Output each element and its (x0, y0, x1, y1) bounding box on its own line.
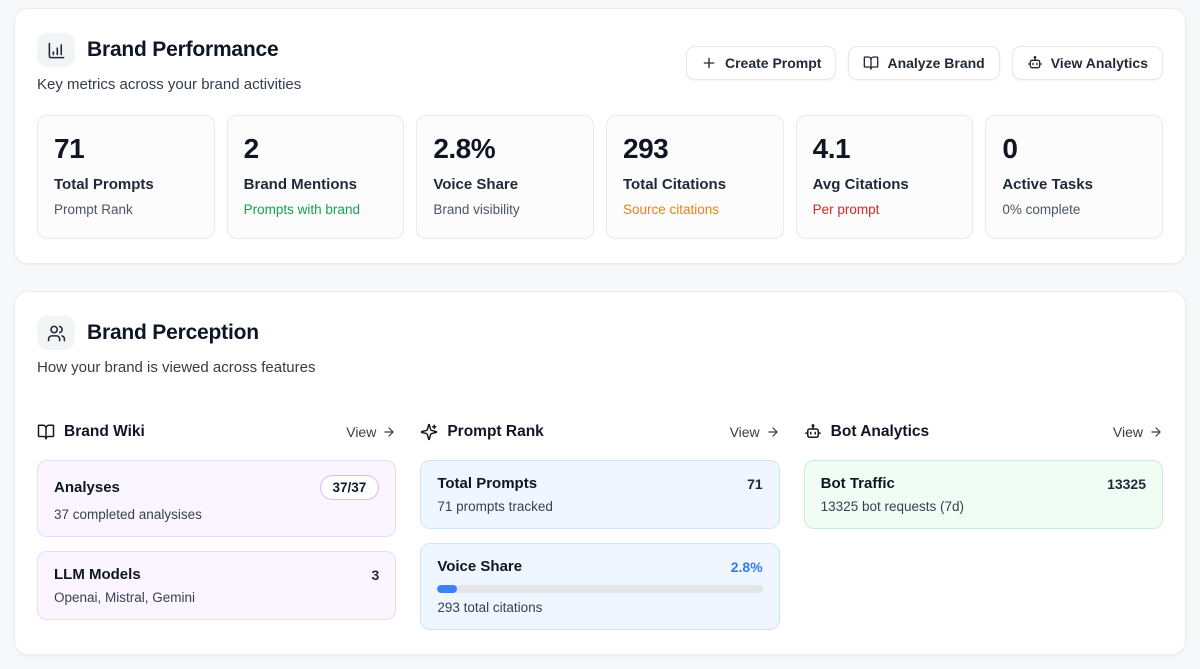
metric-value: 293 (623, 133, 767, 165)
metric-card-active-tasks: 0 Active Tasks 0% complete (985, 115, 1163, 239)
voice-share-progress-fill (437, 585, 457, 593)
metric-card-voice-share: 2.8% Voice Share Brand visibility (416, 115, 594, 239)
total-prompts-card[interactable]: Total Prompts 71 71 prompts tracked (420, 460, 779, 529)
voice-share-card[interactable]: Voice Share 2.8% 293 total citations (420, 543, 779, 630)
metric-label: Active Tasks (1002, 176, 1146, 193)
metric-sub: Brand visibility (433, 202, 577, 217)
book-open-icon (37, 423, 55, 441)
bot-analytics-header: Bot Analytics View (804, 420, 1163, 444)
metric-card-brand-mentions: 2 Brand Mentions Prompts with brand (227, 115, 405, 239)
prompt-rank-header: Prompt Rank View (420, 420, 779, 444)
card-sub: 293 total citations (437, 600, 762, 615)
users-icon (37, 316, 75, 350)
prompt-rank-column: Prompt Rank View Total Prompts 71 (420, 420, 779, 630)
llm-models-card[interactable]: LLM Models 3 Openai, Mistral, Gemini (37, 551, 396, 620)
card-title: Voice Share (437, 558, 522, 575)
card-sub: 37 completed analysises (54, 507, 379, 522)
page-subtitle: Key metrics across your brand activities (37, 76, 301, 93)
card-sub: 71 prompts tracked (437, 499, 762, 514)
column-title: Brand Wiki (64, 423, 145, 441)
brand-wiki-column: Brand Wiki View Analyses 37/37 (37, 420, 396, 630)
brand-wiki-header: Brand Wiki View (37, 420, 396, 444)
brand-performance-section: Brand Performance Key metrics across you… (14, 8, 1186, 264)
metric-value: 2.8% (433, 133, 577, 165)
metric-sub: Source citations (623, 202, 767, 217)
metric-value: 4.1 (813, 133, 957, 165)
bot-traffic-card[interactable]: Bot Traffic 13325 13325 bot requests (7d… (804, 460, 1163, 529)
analyses-card[interactable]: Analyses 37/37 37 completed analysises (37, 460, 396, 537)
bot-analytics-view-link[interactable]: View (1113, 424, 1163, 440)
header-actions: Create Prompt Analyze Brand (686, 46, 1163, 80)
card-title: Analyses (54, 479, 120, 496)
voice-share-progress-track (437, 585, 762, 593)
metric-label: Total Citations (623, 176, 767, 193)
bar-chart-icon (37, 33, 75, 67)
bot-icon (1027, 55, 1043, 71)
page-title: Brand Performance (87, 38, 279, 62)
section-subtitle: How your brand is viewed across features (37, 359, 315, 376)
book-open-icon (863, 55, 879, 71)
brand-perception-section: Brand Perception How your brand is viewe… (14, 291, 1186, 655)
metric-label: Total Prompts (54, 176, 198, 193)
brand-wiki-view-link[interactable]: View (346, 424, 396, 440)
plus-icon (701, 55, 717, 71)
analyze-brand-button[interactable]: Analyze Brand (848, 46, 999, 80)
voice-share-percent: 2.8% (731, 559, 763, 575)
column-title: Prompt Rank (447, 423, 543, 441)
arrow-right-icon (382, 425, 396, 439)
brand-performance-header: Brand Performance Key metrics across you… (37, 33, 1163, 93)
metric-label: Avg Citations (813, 176, 957, 193)
card-sub: 13325 bot requests (7d) (821, 499, 1146, 514)
arrow-right-icon (766, 425, 780, 439)
card-title: Total Prompts (437, 475, 537, 492)
metric-card-total-citations: 293 Total Citations Source citations (606, 115, 784, 239)
card-title: Bot Traffic (821, 475, 895, 492)
card-value: 71 (747, 476, 763, 492)
metric-card-total-prompts: 71 Total Prompts Prompt Rank (37, 115, 215, 239)
view-analytics-button[interactable]: View Analytics (1012, 46, 1163, 80)
section-title: Brand Perception (87, 321, 259, 345)
card-value: 13325 (1107, 476, 1146, 492)
card-title: LLM Models (54, 566, 141, 583)
metric-label: Brand Mentions (244, 176, 388, 193)
brand-perception-header: Brand Perception How your brand is viewe… (37, 316, 1163, 376)
metric-label: Voice Share (433, 176, 577, 193)
metrics-row: 71 Total Prompts Prompt Rank 2 Brand Men… (37, 115, 1163, 239)
bot-analytics-column: Bot Analytics View Bot Traffic 13325 (804, 420, 1163, 630)
sparkles-icon (420, 423, 438, 441)
metric-value: 71 (54, 133, 198, 165)
metric-value: 0 (1002, 133, 1146, 165)
bot-icon (804, 423, 822, 441)
dashboard-page: Brand Performance Key metrics across you… (0, 0, 1200, 669)
metric-sub: Prompts with brand (244, 202, 388, 217)
arrow-right-icon (1149, 425, 1163, 439)
card-sub: Openai, Mistral, Gemini (54, 590, 379, 605)
create-prompt-button[interactable]: Create Prompt (686, 46, 836, 80)
metric-sub: Prompt Rank (54, 202, 198, 217)
metric-sub: Per prompt (813, 202, 957, 217)
prompt-rank-view-link[interactable]: View (730, 424, 780, 440)
metric-sub: 0% complete (1002, 202, 1146, 217)
metric-value: 2 (244, 133, 388, 165)
perception-columns: Brand Wiki View Analyses 37/37 (37, 420, 1163, 630)
metric-card-avg-citations: 4.1 Avg Citations Per prompt (796, 115, 974, 239)
card-value: 3 (372, 567, 380, 583)
column-title: Bot Analytics (831, 423, 929, 441)
analyses-count-badge: 37/37 (320, 475, 380, 500)
